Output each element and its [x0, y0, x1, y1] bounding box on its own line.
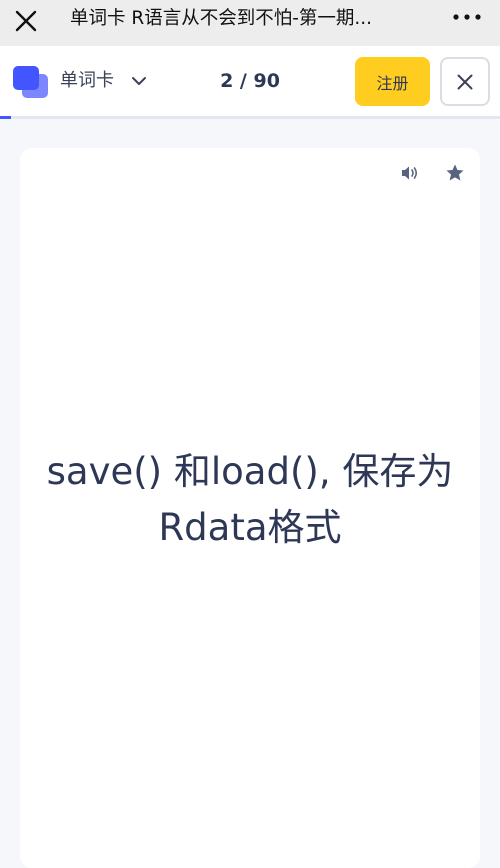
flashcards-icon[interactable]: [12, 65, 50, 99]
browser-topbar: 单词卡 R语言从不会到不怕-第一期...: [0, 0, 500, 46]
more-options-icon[interactable]: [452, 10, 482, 24]
window-title: 单词卡 R语言从不会到不怕-第一期...: [70, 8, 373, 29]
study-header: 单词卡 2 / 90 注册: [0, 46, 500, 118]
chevron-down-icon[interactable]: [131, 75, 147, 87]
flashcard[interactable]: save() 和load(), 保存为Rdata格式: [20, 148, 480, 868]
card-counter: 2 / 90: [220, 70, 280, 92]
close-button[interactable]: [440, 57, 490, 106]
close-icon[interactable]: [14, 9, 38, 33]
audio-icon[interactable]: [400, 163, 420, 183]
progress-bar: [0, 116, 500, 119]
star-icon[interactable]: [445, 163, 465, 183]
progress-bar-fill: [0, 116, 11, 119]
card-term-text: save() 和load(), 保存为Rdata格式: [46, 450, 454, 549]
register-button[interactable]: 注册: [355, 57, 430, 106]
close-icon: [457, 74, 473, 90]
mode-selector-label[interactable]: 单词卡: [60, 68, 114, 94]
